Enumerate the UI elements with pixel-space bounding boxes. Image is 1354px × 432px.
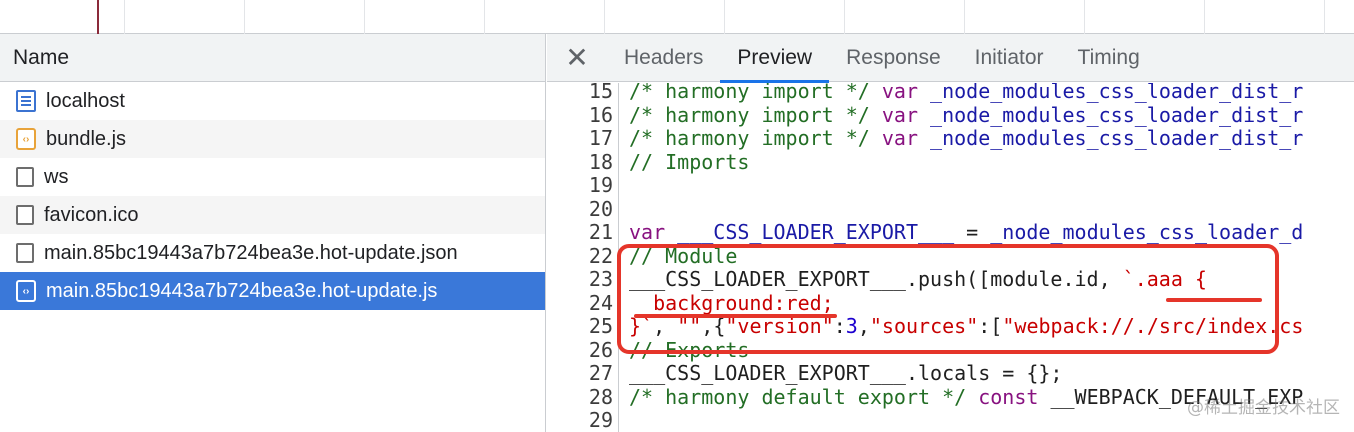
script-icon: ‹› <box>16 280 36 302</box>
code-token: /* harmony import */ <box>629 83 882 103</box>
line-number: 18 <box>588 149 613 174</box>
tab-headers[interactable]: Headers <box>607 34 720 82</box>
request-name: ws <box>44 165 69 188</box>
line-number: 27 <box>588 361 613 385</box>
request-row[interactable]: localhost <box>0 82 545 120</box>
annotation-underline <box>634 314 837 318</box>
line-number: 26 <box>588 337 613 362</box>
code-line: 16 /* harmony import */ var _node_modules… <box>547 102 1354 128</box>
request-detail-panel: ✕ Headers Preview Response Initiator Tim… <box>547 34 1354 432</box>
request-row[interactable]: ‹› bundle.js <box>0 120 545 158</box>
line-number: 29 <box>588 408 613 432</box>
name-column-header[interactable]: Name <box>0 34 545 82</box>
line-number: 23 <box>588 267 613 291</box>
name-column-label: Name <box>13 45 70 69</box>
timeline-gridline <box>724 0 725 34</box>
code-text: ___CSS_LOADER_EXPORT___.locals = {}; <box>629 361 1063 386</box>
request-name: localhost <box>46 89 125 112</box>
timeline-gridline <box>244 0 245 34</box>
detail-tabbar: ✕ Headers Preview Response Initiator Tim… <box>547 34 1354 83</box>
code-token: _node_modules_css_loader_d <box>990 220 1304 244</box>
code-text: var ___CSS_LOADER_EXPORT___ = _node_modu… <box>629 220 1304 245</box>
tab-response[interactable]: Response <box>829 34 958 82</box>
timeline-gridline <box>1324 0 1325 34</box>
code-line: 19 <box>547 173 1354 198</box>
code-line: 15 /* harmony import */ var _node_modules… <box>547 83 1354 104</box>
request-name: favicon.ico <box>44 203 139 226</box>
timeline-gridline <box>844 0 845 34</box>
watermark: @稀土掘金技术社区 <box>1187 398 1340 418</box>
code-token: var <box>881 102 931 127</box>
code-token: const <box>978 384 1051 409</box>
request-name: main.85bc19443a7b724bea3e.hot-update.js <box>46 279 438 302</box>
code-token: var <box>881 126 931 150</box>
request-row[interactable]: main.85bc19443a7b724bea3e.hot-update.jso… <box>0 234 545 272</box>
code-text: /* harmony import */ var _node_modules_c… <box>629 83 1303 104</box>
timeline-load-marker <box>97 0 99 34</box>
document-icon <box>16 90 36 112</box>
code-token: var <box>881 83 931 103</box>
code-token: /* harmony default export */ <box>629 384 979 409</box>
code-token: _node_modules_css_loader_dist_r <box>930 83 1304 103</box>
code-line: 20 <box>547 196 1354 222</box>
timeline-gridline <box>1204 0 1205 34</box>
code-token: ___CSS_LOADER_EXPORT___.locals = {}; <box>629 361 1063 385</box>
code-token: _node_modules_css_loader_dist_r <box>930 126 1304 150</box>
request-list-panel: Name localhost ‹› bundle.js ws favicon.ico ma… <box>0 34 546 432</box>
annotation-underline <box>1166 298 1262 302</box>
line-number: 19 <box>588 173 613 197</box>
line-number: 15 <box>588 83 613 103</box>
code-line: 17 /* harmony import */ var _node_modules… <box>547 126 1354 151</box>
tab-timing[interactable]: Timing <box>1061 34 1157 82</box>
code-line: 18 // Imports <box>547 149 1354 175</box>
line-number: 20 <box>588 196 613 221</box>
code-token: _node_modules_css_loader_dist_r <box>930 102 1304 127</box>
code-text: // Imports <box>629 149 750 175</box>
code-line: 21 var ___CSS_LOADER_EXPORT___ = _node_mo… <box>547 220 1354 245</box>
generic-file-icon <box>16 205 34 225</box>
request-row[interactable]: ‹› main.85bc19443a7b724bea3e.hot-update.j… <box>0 272 545 310</box>
line-number: 21 <box>588 220 613 244</box>
timeline-gridline <box>484 0 485 34</box>
request-name: bundle.js <box>46 127 127 150</box>
timeline-gridline <box>964 0 965 34</box>
line-number: 25 <box>588 314 613 338</box>
request-row[interactable]: favicon.ico <box>0 196 545 234</box>
code-token: /* harmony import */ <box>629 126 882 150</box>
code-token: = <box>966 220 991 244</box>
code-token: var <box>629 220 678 244</box>
tab-initiator[interactable]: Initiator <box>958 34 1061 82</box>
line-number: 28 <box>588 384 613 409</box>
close-icon[interactable]: ✕ <box>547 41 607 74</box>
line-number: 17 <box>588 126 613 150</box>
timeline-gridline <box>604 0 605 34</box>
timeline-gridline <box>124 0 125 34</box>
line-number: 22 <box>588 243 613 268</box>
script-icon: ‹› <box>16 128 36 150</box>
code-token: /* harmony import */ <box>629 102 882 127</box>
code-line: 27 ___CSS_LOADER_EXPORT___.locals = {}; <box>547 361 1354 386</box>
request-row[interactable]: ws <box>0 158 545 196</box>
code-token: // Imports <box>629 149 750 174</box>
line-number: 24 <box>588 290 613 315</box>
request-list: localhost ‹› bundle.js ws favicon.ico main.85… <box>0 82 545 310</box>
tab-preview[interactable]: Preview <box>720 34 829 83</box>
line-number: 16 <box>588 102 613 127</box>
code-text: /* harmony import */ var _node_modules_c… <box>629 102 1304 128</box>
generic-file-icon <box>16 167 34 187</box>
timeline-gridline <box>1084 0 1085 34</box>
code-token: ___CSS_LOADER_EXPORT___ <box>677 220 967 244</box>
generic-file-icon <box>16 243 34 263</box>
timeline-gridline <box>364 0 365 34</box>
request-name: main.85bc19443a7b724bea3e.hot-update.jso… <box>44 241 458 264</box>
network-timeline-strip <box>0 0 1354 34</box>
code-text: /* harmony import */ var _node_modules_c… <box>629 126 1304 151</box>
